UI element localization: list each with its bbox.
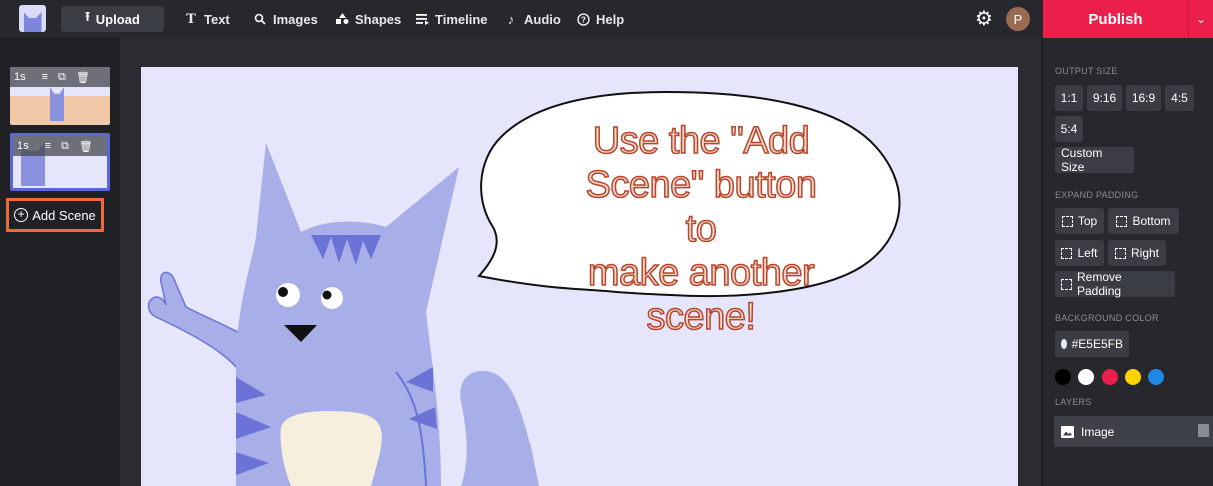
cat-logo-icon [23, 12, 42, 32]
remove-padding-label: Remove Padding [1077, 270, 1122, 298]
swatch-blue[interactable] [1148, 369, 1164, 385]
scene-duration[interactable]: 1s [14, 71, 26, 83]
background-color-button[interactable]: #E5E5FB [1055, 331, 1129, 357]
padding-icon [1061, 278, 1072, 290]
padding-icon [1061, 247, 1073, 259]
pad-right-label: Right [1130, 246, 1159, 260]
background-color-label: BACKGROUND COLOR [1055, 313, 1159, 323]
trash-icon[interactable] [1198, 424, 1209, 437]
text-icon: T [186, 11, 196, 27]
shapes-icon [334, 11, 350, 27]
color-swatch-icon [1061, 339, 1067, 349]
size-5-4-button[interactable]: 5:4 [1055, 116, 1083, 142]
upload-icon: ⭱ [85, 9, 90, 24]
duplicate-icon[interactable]: ⧉ [61, 140, 69, 153]
background-color-value: #E5E5FB [1071, 337, 1123, 351]
output-size-label: OUTPUT SIZE [1055, 66, 1118, 76]
layers-label: LAYERS [1055, 397, 1092, 407]
custom-size-button[interactable]: Custom Size [1055, 146, 1134, 174]
design-canvas[interactable]: Use the "Add Scene" button to make anoth… [141, 67, 1018, 486]
app-logo[interactable] [19, 5, 46, 32]
duplicate-icon[interactable]: ⧉ [58, 71, 66, 84]
swatch-white[interactable] [1078, 369, 1094, 385]
trash-icon[interactable]: 🗑 [79, 140, 93, 153]
layer-item-image[interactable]: Image [1054, 416, 1213, 447]
nav-audio-label: Audio [524, 11, 561, 27]
pad-bottom-label: Bottom [1132, 214, 1171, 228]
gear-icon[interactable]: ⚙ [975, 9, 993, 29]
scene-thumbnail-1[interactable]: 1s ≡ ⧉ 🗑 [10, 67, 110, 125]
nav-timeline[interactable]: Timeline [414, 11, 488, 27]
pad-top-button[interactable]: Top [1055, 208, 1104, 234]
pad-right-button[interactable]: Right [1108, 240, 1166, 266]
padding-icon [1061, 215, 1073, 227]
pad-bottom-button[interactable]: Bottom [1108, 208, 1179, 234]
top-bar: ⭱ Upload T Text Images Shapes Timeline ♪… [0, 0, 1213, 38]
remove-padding-button[interactable]: Remove Padding [1055, 270, 1175, 298]
layer-name: Image [1081, 424, 1115, 439]
nav-images-label: Images [273, 11, 318, 27]
padding-icon [1116, 215, 1128, 227]
pad-top-label: Top [1077, 214, 1098, 228]
search-icon [252, 11, 268, 27]
upload-button[interactable]: ⭱ Upload [61, 6, 164, 32]
scene-thumbnail-2[interactable]: 1s ≡ ⧉ 🗑 [10, 133, 110, 191]
trash-icon[interactable]: 🗑 [76, 71, 90, 84]
nav-help-label: Help [596, 11, 625, 27]
swatch-yellow[interactable] [1125, 369, 1141, 385]
svg-text:?: ? [581, 15, 586, 24]
help-icon: ? [575, 11, 591, 27]
add-scene-label: Add Scene [32, 207, 96, 223]
nav-text-label: Text [204, 11, 230, 27]
upload-label: Upload [95, 11, 140, 27]
cat-tail [460, 370, 539, 486]
scene-duration[interactable]: 1s [17, 140, 29, 152]
speech-line: Scene" button to [585, 163, 818, 251]
pad-left-label: Left [1077, 246, 1098, 260]
nav-help[interactable]: ? Help [575, 11, 624, 27]
timeline-icon [414, 11, 430, 27]
nav-text[interactable]: T Text [183, 11, 230, 27]
timeline-icon[interactable]: ≡ [45, 140, 51, 152]
add-scene-button[interactable]: + Add Scene [6, 198, 104, 232]
plus-circle-icon: + [14, 208, 29, 222]
cat-belly [280, 410, 382, 486]
nav-images[interactable]: Images [252, 11, 318, 27]
timeline-icon[interactable]: ≡ [42, 71, 48, 83]
nav-audio[interactable]: ♪ Audio [503, 11, 561, 27]
size-4-5-button[interactable]: 4:5 [1165, 85, 1194, 111]
publish-button[interactable]: Publish [1043, 0, 1188, 38]
nav-timeline-label: Timeline [435, 11, 488, 27]
padding-icon [1114, 247, 1126, 259]
size-16-9-button[interactable]: 16:9 [1126, 85, 1161, 111]
nav-shapes[interactable]: Shapes [334, 11, 401, 27]
scene-1-toolbar: 1s ≡ ⧉ 🗑 [10, 67, 110, 87]
speech-line: Use the "Add [592, 119, 811, 163]
pad-left-button[interactable]: Left [1055, 240, 1104, 266]
nav-shapes-label: Shapes [355, 11, 402, 27]
size-9-16-button[interactable]: 9:16 [1087, 85, 1122, 111]
speech-line: scene! [646, 295, 757, 339]
swatch-red[interactable] [1102, 369, 1118, 385]
music-icon: ♪ [507, 11, 515, 27]
speech-line: make another [587, 251, 815, 295]
expand-padding-label: EXPAND PADDING [1055, 190, 1139, 200]
chevron-down-icon[interactable]: ⌄ [1188, 0, 1213, 38]
scene-2-toolbar: 1s ≡ ⧉ 🗑 [13, 136, 107, 156]
swatch-black[interactable] [1055, 369, 1071, 385]
size-1-1-button[interactable]: 1:1 [1055, 85, 1083, 111]
speech-bubble-text[interactable]: Use the "Add Scene" button to make anoth… [571, 119, 831, 339]
avatar[interactable]: P [1006, 7, 1030, 31]
image-icon [1061, 425, 1074, 438]
